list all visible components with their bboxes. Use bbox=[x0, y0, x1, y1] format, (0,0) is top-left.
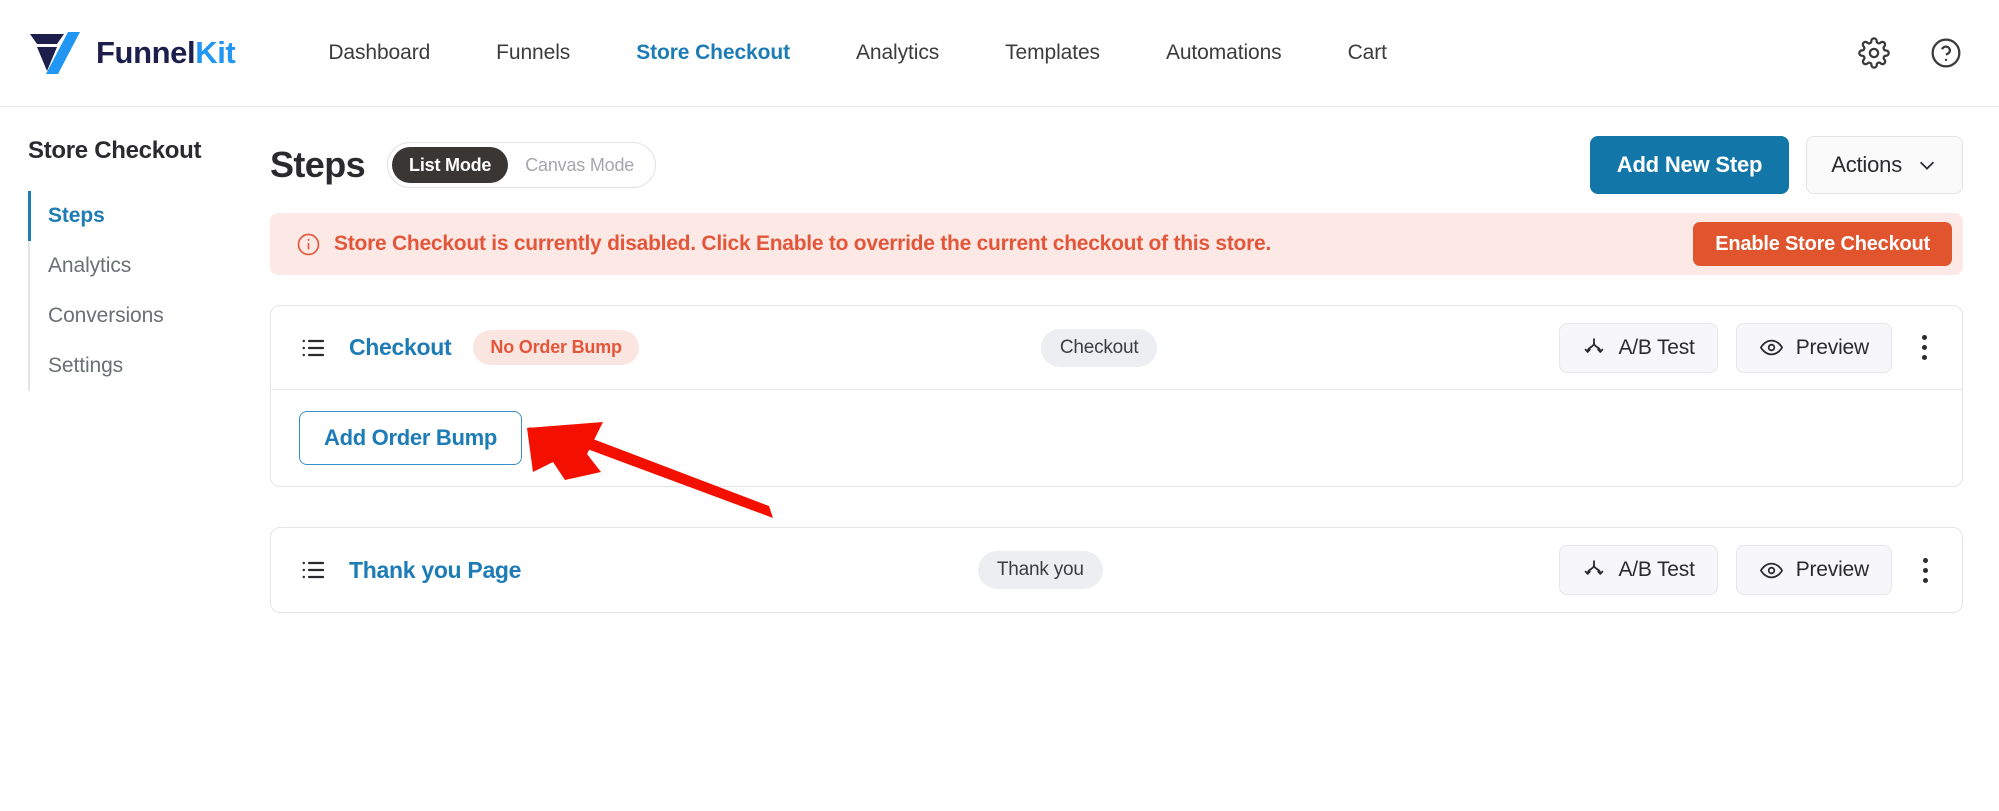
actions-dropdown-button[interactable]: Actions bbox=[1806, 136, 1963, 194]
brand-name-part2: Kit bbox=[195, 35, 236, 70]
preview-label: Preview bbox=[1795, 335, 1869, 359]
page-body: Store Checkout Steps Analytics Conversio… bbox=[0, 107, 1999, 811]
store-checkout-disabled-alert: Store Checkout is currently disabled. Cl… bbox=[270, 213, 1963, 275]
step-row-actions-checkout: A/B Test Preview bbox=[1559, 322, 1940, 373]
top-navigation-bar: FunnelKit Dashboard Funnels Store Checko… bbox=[0, 0, 1999, 107]
question-circle-icon bbox=[1931, 38, 1961, 68]
app-root: FunnelKit Dashboard Funnels Store Checko… bbox=[0, 0, 1999, 811]
tab-canvas-mode[interactable]: Canvas Mode bbox=[508, 147, 651, 183]
brand-name: FunnelKit bbox=[96, 35, 236, 71]
sidebar-item-analytics[interactable]: Analytics bbox=[30, 241, 270, 291]
sidebar: Store Checkout Steps Analytics Conversio… bbox=[0, 107, 270, 811]
steps-header: Steps List Mode Canvas Mode Add New Step… bbox=[270, 129, 1963, 201]
enable-store-checkout-button[interactable]: Enable Store Checkout bbox=[1693, 222, 1952, 266]
ab-split-icon bbox=[1585, 337, 1604, 353]
add-new-step-button[interactable]: Add New Step bbox=[1589, 136, 1790, 194]
alert-message: Store Checkout is currently disabled. Cl… bbox=[334, 232, 1272, 255]
ab-test-button[interactable]: A/B Test bbox=[1559, 545, 1718, 595]
gear-icon bbox=[1858, 37, 1890, 69]
eye-icon bbox=[1759, 562, 1783, 578]
funnelkit-logo-icon bbox=[30, 32, 80, 74]
nav-item-automations[interactable]: Automations bbox=[1133, 31, 1315, 75]
table-row: Thank you Page Thank you A/B Test Previe… bbox=[271, 528, 1962, 612]
actions-label: Actions bbox=[1831, 152, 1902, 177]
step-type-badge-checkout: Checkout bbox=[1040, 328, 1158, 367]
kebab-menu-icon[interactable] bbox=[1910, 328, 1940, 368]
main-nav-items: Dashboard Funnels Store Checkout Analyti… bbox=[295, 31, 1420, 75]
step-row-actions-thank-you: A/B Test Preview bbox=[1559, 545, 1940, 595]
chevron-down-icon bbox=[1919, 161, 1935, 170]
list-icon bbox=[299, 556, 327, 584]
kebab-menu-icon[interactable] bbox=[1910, 550, 1940, 590]
list-icon bbox=[299, 334, 327, 362]
topbar-right-icons bbox=[1857, 36, 1963, 70]
nav-item-analytics[interactable]: Analytics bbox=[823, 31, 972, 75]
main-content: Steps List Mode Canvas Mode Add New Step… bbox=[270, 107, 1999, 811]
preview-label: Preview bbox=[1795, 558, 1869, 581]
add-order-bump-button[interactable]: Add Order Bump bbox=[299, 411, 523, 465]
ab-split-icon bbox=[1585, 560, 1604, 575]
nav-item-funnels[interactable]: Funnels bbox=[463, 31, 603, 75]
ab-test-label: A/B Test bbox=[1618, 335, 1695, 359]
sidebar-item-settings[interactable]: Settings bbox=[30, 341, 270, 391]
no-order-bump-badge: No Order Bump bbox=[473, 330, 639, 365]
step-type-badge-thank-you: Thank you bbox=[977, 551, 1103, 589]
header-action-buttons: Add New Step Actions bbox=[1589, 136, 1963, 194]
brand-logo-area[interactable]: FunnelKit bbox=[28, 30, 236, 76]
nav-item-templates[interactable]: Templates bbox=[972, 31, 1133, 75]
step-card-thank-you: Thank you Page Thank you A/B Test Previe… bbox=[270, 527, 1963, 613]
sidebar-title: Store Checkout bbox=[28, 137, 202, 164]
sidebar-item-steps[interactable]: Steps bbox=[28, 191, 270, 241]
sidebar-item-conversions[interactable]: Conversions bbox=[30, 291, 270, 341]
brand-name-part1: Funnel bbox=[96, 35, 196, 70]
table-row: Checkout No Order Bump Checkout A/B Test… bbox=[271, 306, 1962, 390]
tab-list-mode[interactable]: List Mode bbox=[392, 147, 509, 183]
help-button[interactable] bbox=[1929, 36, 1963, 70]
step-name-thank-you-page[interactable]: Thank you Page bbox=[349, 557, 521, 584]
preview-button[interactable]: Preview bbox=[1735, 545, 1892, 595]
page-title: Steps bbox=[270, 144, 366, 185]
nav-item-cart[interactable]: Cart bbox=[1315, 31, 1420, 75]
sidebar-menu: Steps Analytics Conversions Settings bbox=[28, 191, 270, 391]
info-circle-icon bbox=[296, 232, 321, 257]
ab-test-button[interactable]: A/B Test bbox=[1559, 322, 1718, 373]
eye-icon bbox=[1759, 339, 1783, 356]
preview-button[interactable]: Preview bbox=[1735, 322, 1892, 373]
ab-test-label: A/B Test bbox=[1618, 558, 1695, 581]
settings-button[interactable] bbox=[1857, 36, 1891, 70]
view-mode-toggle[interactable]: List Mode Canvas Mode bbox=[387, 142, 657, 188]
step-card-checkout: Checkout No Order Bump Checkout A/B Test… bbox=[270, 305, 1963, 487]
nav-item-store-checkout[interactable]: Store Checkout bbox=[603, 31, 823, 75]
step-name-checkout[interactable]: Checkout bbox=[349, 334, 452, 361]
order-bump-row: Add Order Bump bbox=[271, 390, 1962, 486]
nav-item-dashboard[interactable]: Dashboard bbox=[295, 31, 463, 75]
